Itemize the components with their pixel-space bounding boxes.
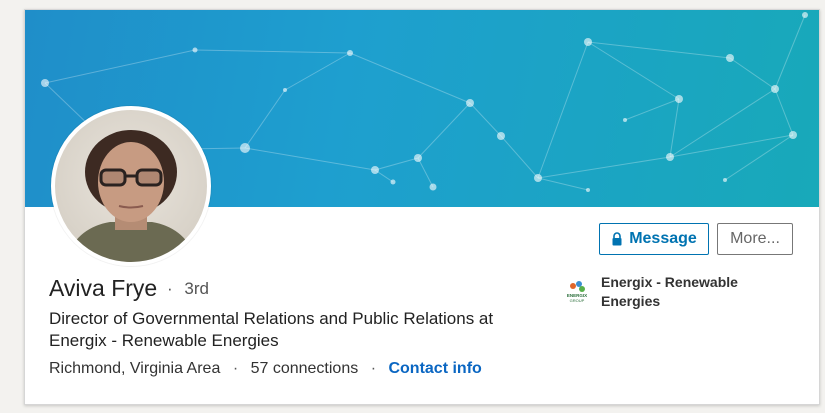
degree-label: 3rd bbox=[184, 279, 209, 298]
svg-text:GROUP: GROUP bbox=[570, 298, 585, 303]
profile-avatar[interactable] bbox=[51, 106, 211, 266]
degree-separator: · bbox=[167, 279, 173, 298]
more-button[interactable]: More... bbox=[717, 223, 793, 255]
current-company[interactable]: ENERGIX GROUP Energix - Renewable Energi… bbox=[563, 273, 771, 311]
connection-degree: · 3rd bbox=[167, 278, 209, 300]
profile-name: Aviva Frye bbox=[49, 275, 158, 301]
company-name: Energix - Renewable Energies bbox=[601, 274, 738, 309]
profile-location: Richmond, Virginia Area bbox=[49, 360, 221, 377]
message-button[interactable]: Message bbox=[599, 223, 709, 255]
more-button-label: More... bbox=[730, 230, 780, 247]
lock-icon bbox=[612, 232, 622, 246]
company-logo: ENERGIX GROUP bbox=[563, 277, 591, 305]
contact-info-link[interactable]: Contact info bbox=[388, 360, 481, 377]
profile-card: Message More... Aviva Frye · 3rd Directo… bbox=[24, 9, 820, 405]
profile-meta: Richmond, Virginia Area · 57 connections… bbox=[49, 359, 482, 379]
meta-separator: · bbox=[370, 360, 377, 377]
avatar-portrait bbox=[65, 130, 197, 262]
meta-separator: · bbox=[232, 360, 239, 377]
profile-headline: Director of Governmental Relations and P… bbox=[49, 309, 494, 350]
connections-count[interactable]: 57 connections bbox=[251, 360, 359, 377]
message-button-label: Message bbox=[629, 230, 697, 247]
